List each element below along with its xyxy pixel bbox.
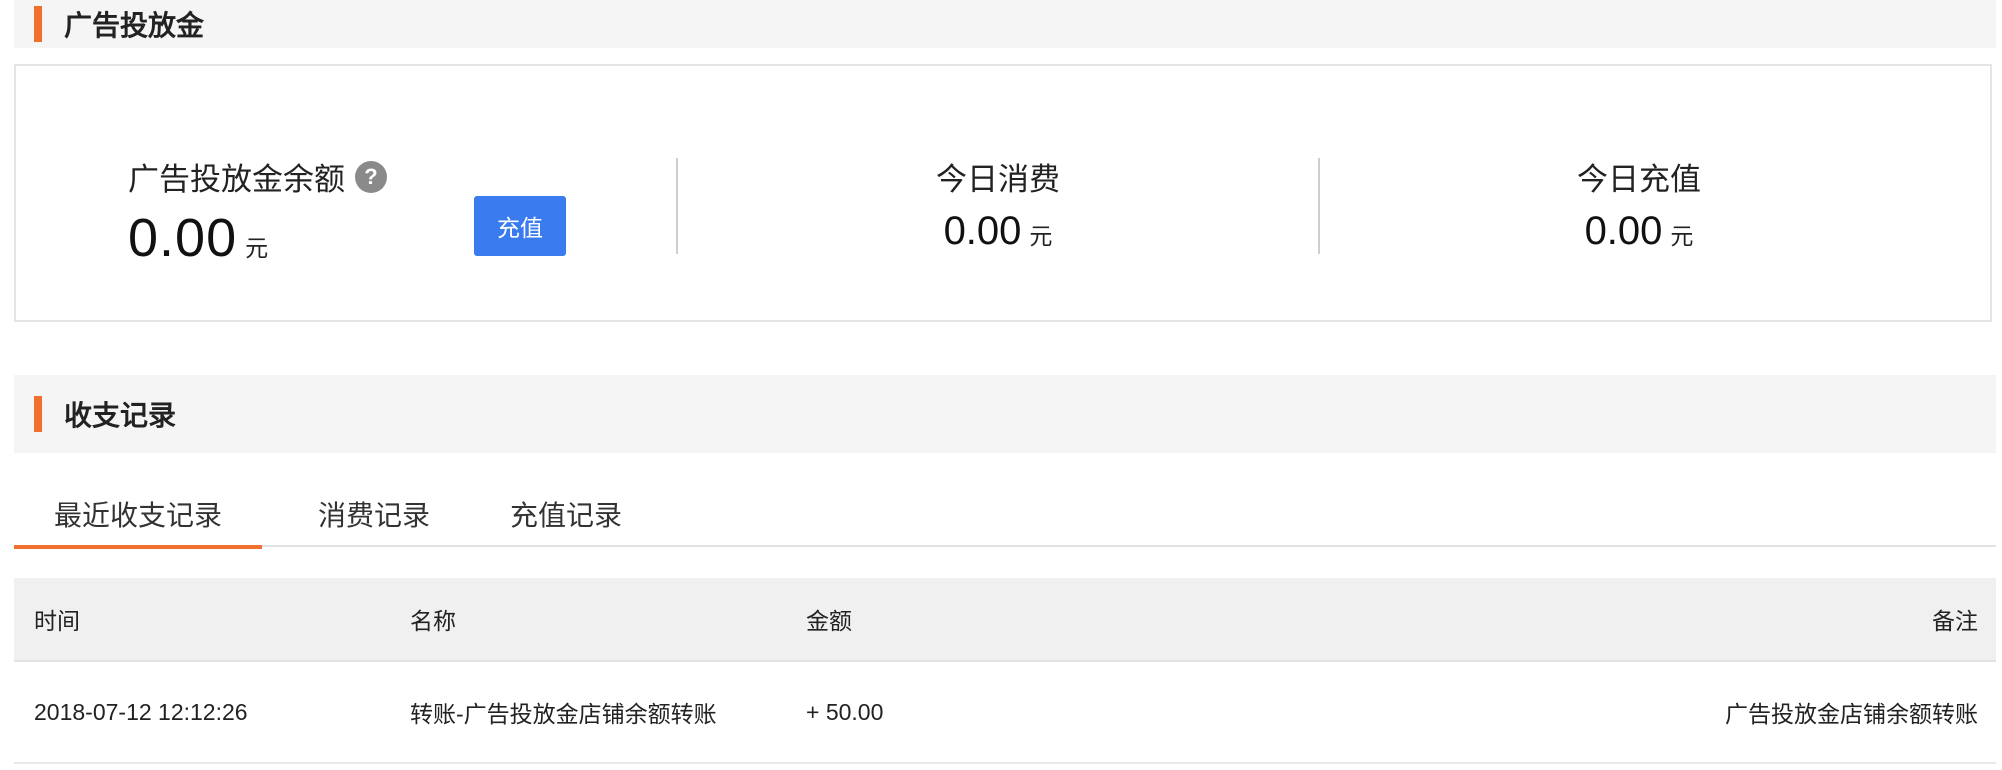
stat-divider — [676, 158, 678, 254]
balance-unit: 元 — [245, 235, 269, 261]
records-tabs: 最近收支记录 消费记录 充值记录 — [14, 480, 1996, 549]
column-header-name: 名称 — [410, 608, 456, 634]
section-accent-bar — [34, 396, 42, 432]
today-spend-label: 今日消费 — [936, 162, 1060, 197]
page: 广告投放金 广告投放金余额 ? 0.00 元 充值 今日消费 0.00 元 今日… — [0, 0, 2002, 770]
recharge-button[interactable]: 充值 — [474, 196, 566, 256]
row-note: 广告投放金店铺余额转账 — [1725, 701, 1978, 727]
section-accent-bar — [34, 6, 42, 42]
records-table: 时间 名称 金额 备注 2018-07-12 12:12:26 转账-广告投放金… — [14, 578, 1996, 764]
row-name: 转账-广告投放金店铺余额转账 — [410, 701, 717, 727]
today-recharge-amount-row: 0.00 元 — [1489, 209, 1789, 254]
tab-recent-records[interactable]: 最近收支记录 — [14, 480, 262, 549]
row-amount: + 50.00 — [806, 698, 884, 725]
balance-amount-row: 0.00 元 — [128, 207, 387, 269]
help-icon[interactable]: ? — [355, 160, 387, 193]
balance-label-row: 广告投放金余额 ? — [128, 154, 387, 199]
ad-fund-section-title: 广告投放金 — [64, 10, 205, 41]
column-header-time: 时间 — [34, 608, 80, 634]
table-row: 2018-07-12 12:12:26 转账-广告投放金店铺余额转账 + 50.… — [14, 662, 1996, 764]
balance-stat: 广告投放金余额 ? 0.00 元 — [128, 154, 387, 269]
today-spend-unit: 元 — [1029, 223, 1053, 249]
tab-recharge-records[interactable]: 充值记录 — [484, 480, 648, 547]
balance-value: 0.00 — [128, 208, 238, 268]
today-recharge-unit: 元 — [1670, 223, 1694, 249]
stat-divider — [1318, 158, 1320, 254]
table-header: 时间 名称 金额 备注 — [14, 578, 1996, 662]
column-header-amount: 金额 — [806, 608, 852, 634]
balance-label: 广告投放金余额 — [128, 162, 345, 197]
ad-fund-section-header: 广告投放金 — [14, 0, 1996, 48]
today-recharge-value: 0.00 — [1584, 209, 1663, 253]
records-section-title: 收支记录 — [64, 400, 177, 431]
today-spend-amount-row: 0.00 元 — [848, 209, 1148, 254]
today-recharge-label: 今日充值 — [1577, 162, 1701, 197]
records-section-header: 收支记录 — [14, 375, 1996, 453]
tab-spend-records[interactable]: 消费记录 — [292, 480, 456, 547]
today-recharge-stat: 今日充值 0.00 元 — [1489, 154, 1789, 254]
today-spend-stat: 今日消费 0.00 元 — [848, 154, 1148, 254]
ad-fund-summary-card: 广告投放金余额 ? 0.00 元 充值 今日消费 0.00 元 今日充值 0.0… — [14, 64, 1992, 322]
column-header-note: 备注 — [1932, 608, 1978, 634]
today-spend-value: 0.00 — [943, 209, 1022, 253]
row-time: 2018-07-12 12:12:26 — [34, 698, 248, 725]
